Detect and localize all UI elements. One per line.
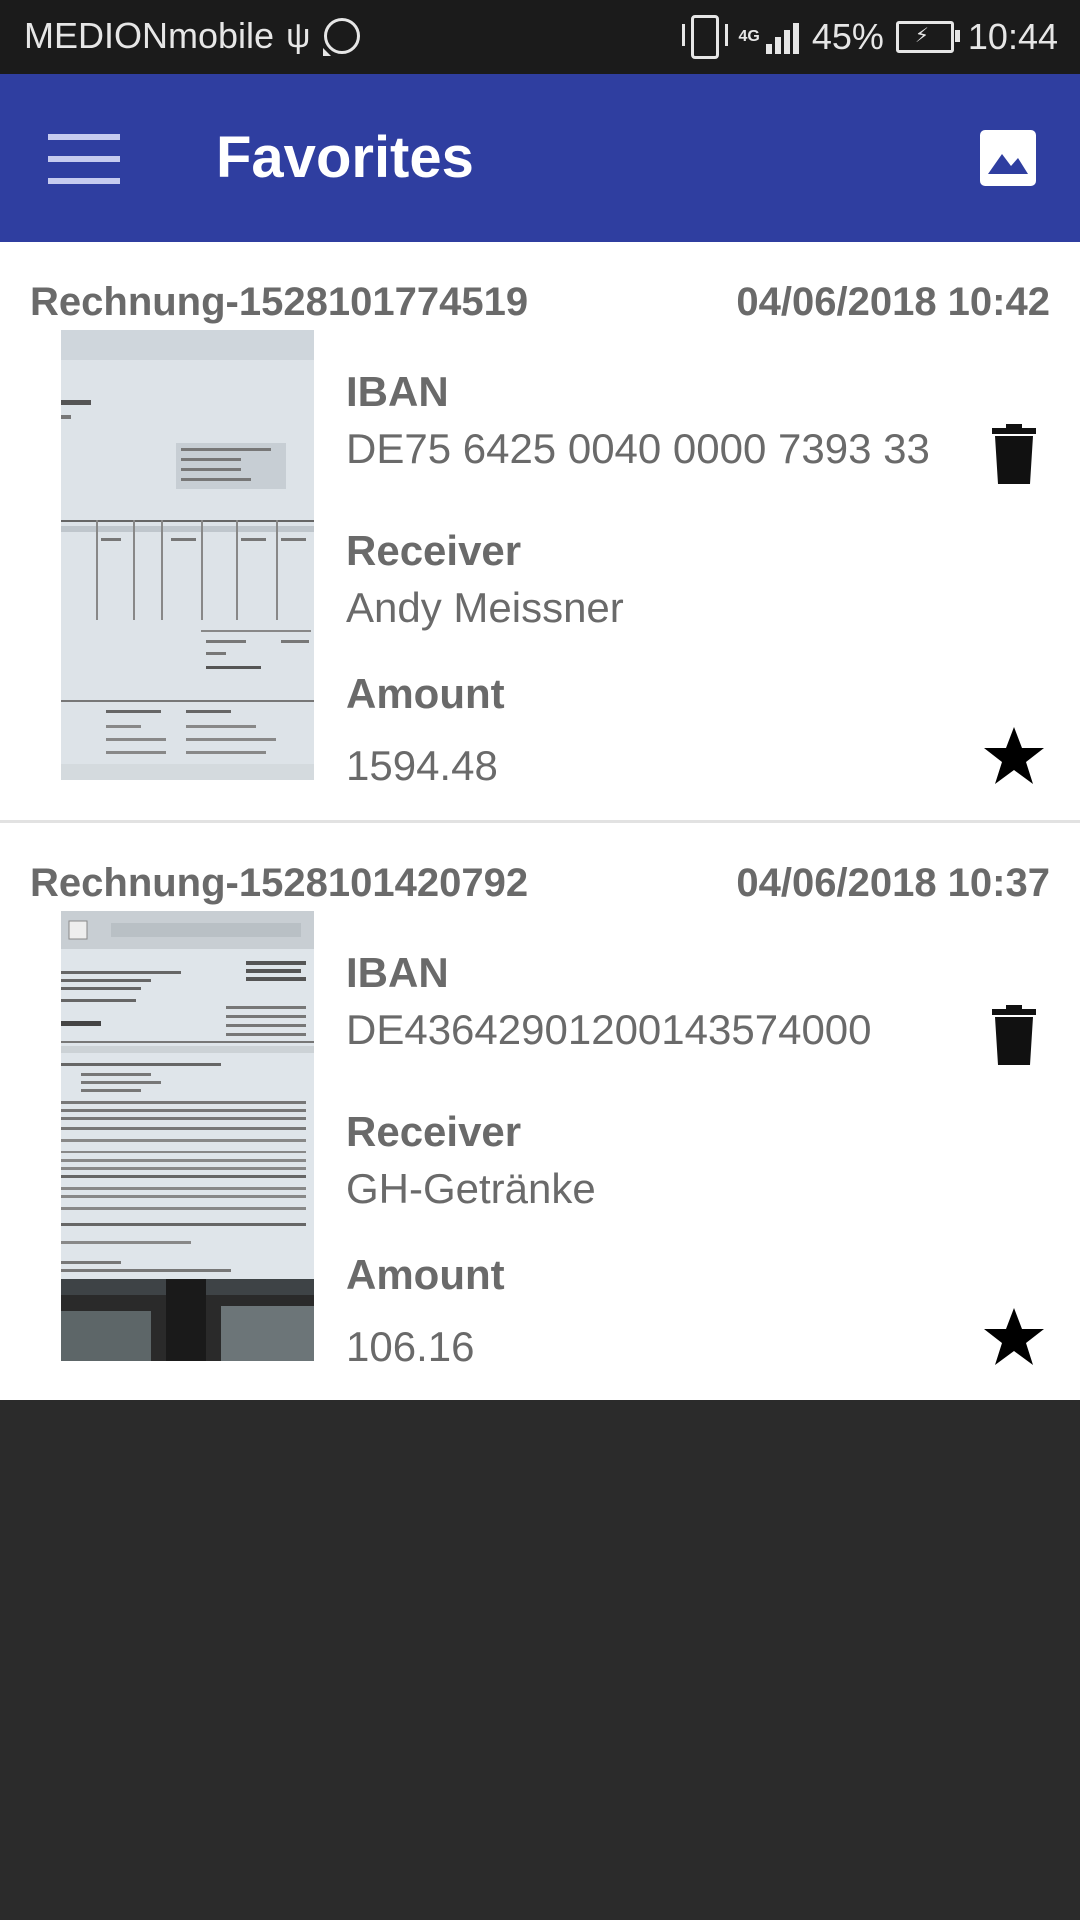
star-icon[interactable]	[982, 1305, 1046, 1369]
receiver-value: GH-Getränke	[346, 1165, 596, 1212]
delete-icon[interactable]	[990, 1005, 1038, 1065]
signal-icon	[765, 20, 802, 54]
menu-icon[interactable]	[48, 134, 120, 184]
iban-label: IBAN	[346, 949, 449, 996]
favorites-list: Rechnung-1528101774519 04/06/2018 10:42	[0, 242, 1080, 1401]
iban-label: IBAN	[346, 368, 449, 415]
page-title: Favorites	[216, 125, 474, 190]
invoice-card[interactable]: Rechnung-1528101420792 04/06/2018 10:37	[0, 823, 1080, 1401]
delete-icon[interactable]	[990, 424, 1038, 484]
receiver-label: Receiver	[346, 527, 522, 574]
empty-area	[0, 1400, 1080, 1920]
iban-value: DE75 6425 0040 0000 7393 33	[346, 425, 930, 472]
invoice-card[interactable]: Rechnung-1528101774519 04/06/2018 10:42	[0, 242, 1080, 823]
receiver-value: Andy Meissner	[346, 584, 624, 631]
amount-value: 106.16	[346, 1323, 475, 1370]
invoice-name: Rechnung-1528101774519	[30, 280, 529, 324]
status-right: 4G 45% ⚡ 10:44	[681, 15, 1058, 59]
invoice-date: 04/06/2018 10:42	[736, 280, 1050, 324]
status-left: MEDIONmobile ψ	[24, 15, 361, 57]
network-type: 4G	[738, 28, 760, 45]
status-bar: MEDIONmobile ψ 4G 45% ⚡ 10:44	[0, 0, 1080, 74]
invoice-date: 04/06/2018 10:37	[736, 861, 1050, 905]
whatsapp-icon	[323, 18, 361, 56]
clock: 10:44	[967, 16, 1058, 57]
invoice-thumbnail[interactable]	[61, 911, 314, 1361]
amount-label: Amount	[346, 670, 505, 717]
receiver-label: Receiver	[346, 1108, 522, 1155]
iban-value: DE43642901200143574000	[346, 1006, 872, 1053]
battery-charging-icon: ⚡	[895, 21, 960, 53]
battery-percent: 45%	[811, 16, 884, 57]
carrier-label: MEDIONmobile	[24, 15, 275, 56]
invoice-name: Rechnung-1528101420792	[30, 861, 529, 905]
usb-icon: ψ	[286, 16, 311, 55]
amount-label: Amount	[346, 1251, 505, 1298]
star-icon[interactable]	[982, 724, 1046, 788]
image-icon[interactable]	[980, 130, 1036, 186]
app-bar: Favorites	[0, 74, 1080, 242]
vibrate-icon	[681, 15, 728, 59]
invoice-thumbnail[interactable]	[61, 330, 314, 780]
amount-value: 1594.48	[346, 742, 498, 789]
